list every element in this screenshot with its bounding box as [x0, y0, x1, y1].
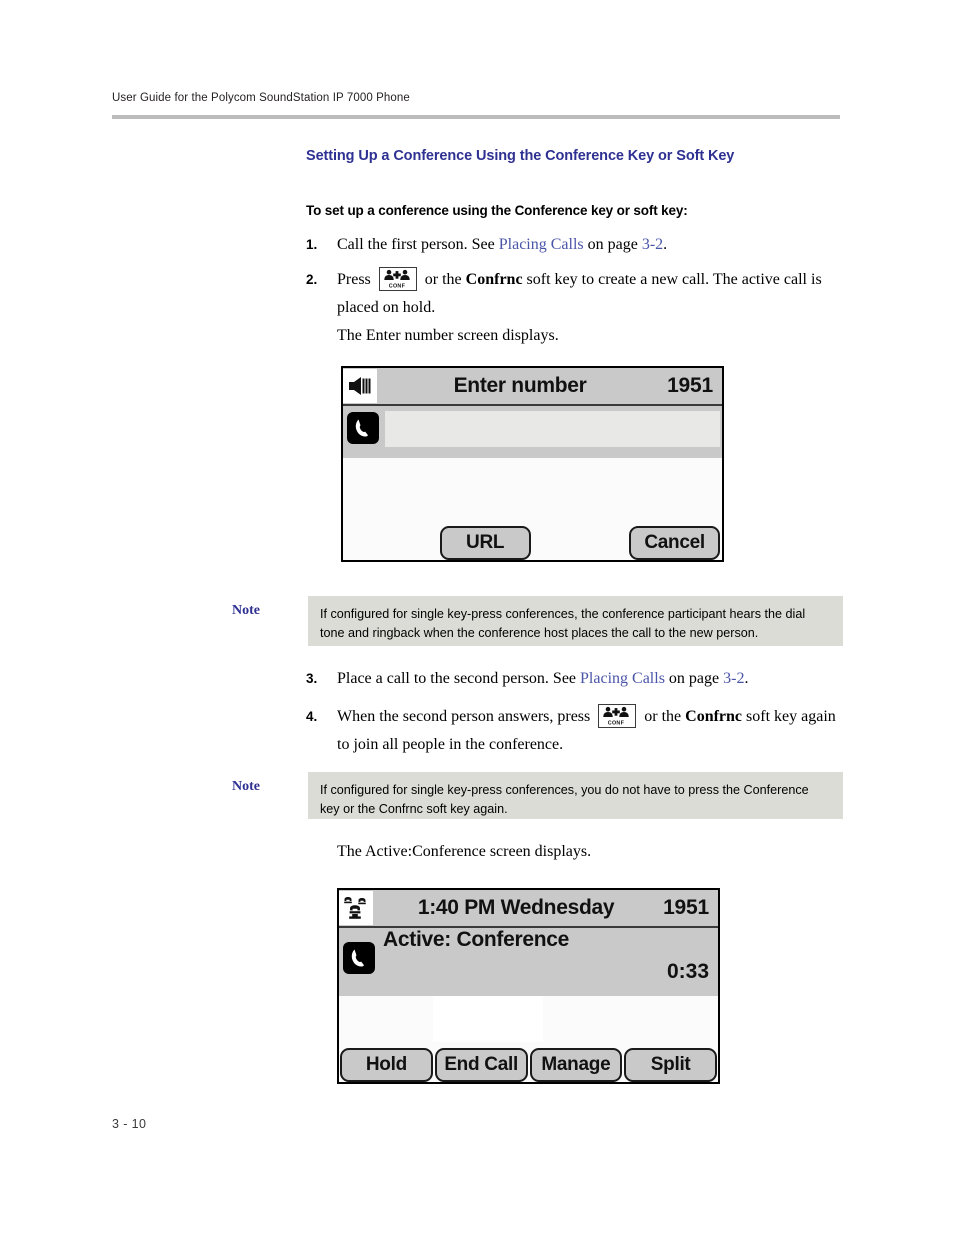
lcd-active-call-row: Active: Conference 0:33 [339, 928, 718, 996]
lcd-softkey-bar: URL Cancel [343, 522, 722, 560]
lcd-blank-area [339, 996, 718, 1046]
lcd-screen-enter-number: Enter number 1951 URL Cancel [341, 366, 724, 562]
note-text-2: If configured for single key-press confe… [320, 783, 809, 816]
procedure-title: To set up a conference using the Confere… [306, 203, 688, 218]
step-text-after: . [663, 236, 668, 253]
number-input-field[interactable] [385, 411, 720, 447]
confrnc-softkey-name: Confrnc [685, 708, 743, 725]
note-label-1: Note [232, 603, 260, 618]
enter-number-screen-intro: The Enter number screen displays. [337, 327, 559, 344]
step-body: Press CONF or the Confrnc soft key to cr… [337, 266, 851, 322]
step-text: Place a call to the second person. See [337, 670, 581, 687]
lcd-extension-number: 1951 [667, 374, 713, 397]
step-number: 1. [306, 237, 318, 252]
lcd-blank-area [343, 458, 722, 524]
lcd-extension-number: 1951 [663, 896, 709, 919]
procedure-step-2: 2. Press CONF or the Confrnc soft key to… [306, 266, 851, 322]
lcd-time-date-text: 1:40 PM Wednesday [417, 896, 615, 919]
step-text-mid: on page [664, 670, 724, 687]
procedure-step-1: 1. Call the first person. See Placing Ca… [306, 231, 846, 259]
note-box-1: If configured for single key-press confe… [308, 596, 843, 646]
step-text: Press [337, 271, 375, 288]
step-text-mid: on page [583, 236, 642, 253]
softkey-manage[interactable]: Manage [529, 1048, 623, 1082]
placing-calls-link[interactable]: Placing Calls [580, 670, 665, 687]
step-number: 2. [306, 272, 318, 287]
softkey-end-call[interactable]: End Call [434, 1048, 528, 1082]
handset-icon [343, 942, 375, 974]
header-divider-rule [112, 115, 840, 119]
lcd-screen-active-conference: 1:40 PM Wednesday 1951 Active: Conferenc… [337, 888, 720, 1084]
conference-phones-icon [339, 891, 373, 925]
svg-text:CONF: CONF [389, 284, 406, 290]
speaker-volume-icon [343, 369, 377, 403]
step-body: Place a call to the second person. See P… [337, 665, 846, 693]
step-text-after: . [744, 670, 749, 687]
step-number: 4. [306, 709, 318, 724]
page-number: 3 - 10 [112, 1117, 147, 1131]
lcd-title-text: Enter number [453, 374, 587, 397]
handset-icon [347, 412, 379, 444]
running-header-title: User Guide for the Polycom SoundStation … [112, 92, 410, 104]
step-text-mid: or the [640, 708, 686, 725]
active-call-label: Active: Conference [383, 928, 569, 951]
note-box-2: If configured for single key-press confe… [308, 772, 843, 819]
active-conference-intro: The Active:Conference screen displays. [337, 843, 592, 860]
page-ref-link[interactable]: 3-2 [723, 670, 744, 687]
conference-key-icon: CONF [378, 267, 417, 291]
note-label-2: Note [232, 779, 260, 794]
lcd-title-bar: 1:40 PM Wednesday 1951 [339, 890, 718, 928]
step-body: Call the first person. See Placing Calls… [337, 231, 846, 259]
confrnc-softkey-name: Confrnc [465, 271, 523, 288]
step-text: Call the first person. See [337, 236, 499, 253]
softkey-cancel[interactable]: Cancel [629, 526, 720, 560]
procedure-step-4: 4. When the second person answers, press… [306, 703, 841, 759]
note-text-1: If configured for single key-press confe… [320, 607, 806, 640]
lcd-call-entry-row [343, 406, 722, 458]
softkey-url[interactable]: URL [439, 526, 531, 560]
step-text-mid: or the [420, 271, 466, 288]
lcd-blank-highlight [433, 996, 543, 1042]
step-number: 3. [306, 671, 318, 686]
page-ref-link[interactable]: 3-2 [642, 236, 663, 253]
procedure-step-3: 3. Place a call to the second person. Se… [306, 665, 846, 693]
placing-calls-link[interactable]: Placing Calls [499, 236, 584, 253]
step-text: When the second person answers, press [337, 708, 595, 725]
softkey-hold[interactable]: Hold [340, 1048, 433, 1082]
svg-text:CONF: CONF [608, 721, 625, 727]
section-heading: Setting Up a Conference Using the Confer… [306, 148, 735, 164]
step-body: When the second person answers, press CO… [337, 703, 841, 759]
running-header: User Guide for the Polycom SoundStation … [112, 92, 840, 104]
conference-key-icon: CONF [598, 704, 637, 728]
lcd-softkey-bar: Hold End Call Manage Split [339, 1044, 718, 1082]
lcd-title-bar: Enter number 1951 [343, 368, 722, 406]
call-duration-timer: 0:33 [666, 960, 709, 983]
softkey-split[interactable]: Split [624, 1048, 717, 1082]
